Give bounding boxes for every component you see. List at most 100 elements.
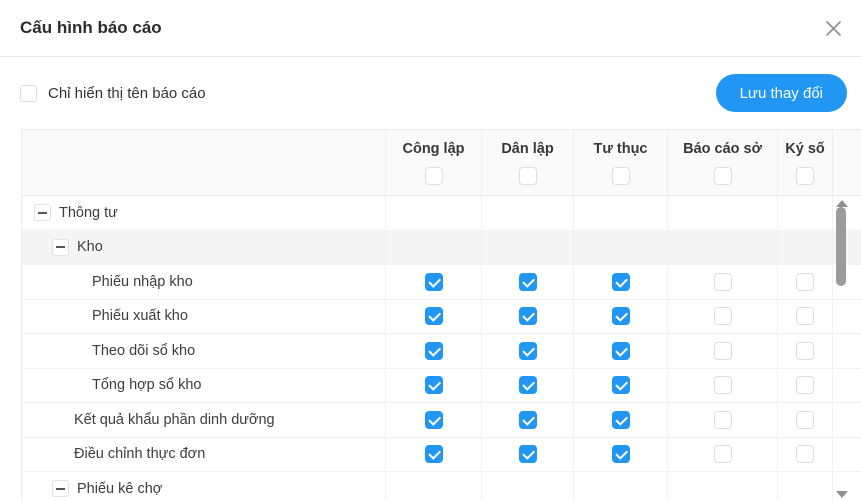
checkbox-cell — [778, 472, 833, 500]
row-checkbox[interactable] — [612, 376, 630, 394]
checkbox-cell — [386, 300, 482, 334]
row-checkbox[interactable] — [612, 273, 630, 291]
checkbox-cell — [574, 403, 668, 437]
row-checkbox[interactable] — [714, 445, 732, 463]
checkbox-cell — [574, 231, 668, 265]
row-checkbox[interactable] — [612, 445, 630, 463]
checkbox-cell — [778, 231, 833, 265]
row-checkbox[interactable] — [519, 445, 537, 463]
checkbox-cell — [482, 300, 574, 334]
row-checkbox[interactable] — [612, 307, 630, 325]
report-name-cell[interactable]: Phiếu xuất kho — [22, 300, 386, 334]
row-checkbox[interactable] — [714, 342, 732, 360]
report-name-label: Tổng hợp sổ kho — [92, 377, 201, 393]
row-checkbox[interactable] — [796, 411, 814, 429]
report-name-cell[interactable]: Theo dõi sổ kho — [22, 334, 386, 368]
report-name-cell[interactable]: Phiếu kê chợ — [22, 472, 386, 500]
row-checkbox[interactable] — [519, 273, 537, 291]
report-name-cell[interactable]: Kết quả khẩu phần dinh dưỡng — [22, 403, 386, 437]
row-checkbox[interactable] — [519, 376, 537, 394]
checkbox-cell — [778, 265, 833, 299]
close-icon[interactable] — [821, 16, 845, 40]
row-checkbox[interactable] — [425, 411, 443, 429]
table-row: Theo dõi sổ kho — [22, 334, 861, 369]
table-row: Tổng hợp sổ kho — [22, 369, 861, 404]
row-checkbox[interactable] — [796, 307, 814, 325]
report-name-cell[interactable]: Kho — [22, 231, 386, 265]
row-checkbox[interactable] — [425, 342, 443, 360]
row-checkbox[interactable] — [796, 273, 814, 291]
column-select-all-checkbox[interactable] — [796, 167, 814, 185]
column-header-report-name — [22, 130, 386, 195]
column-select-all-checkbox[interactable] — [519, 167, 537, 185]
table-row: Thông tư — [22, 196, 861, 231]
collapse-toggle-icon[interactable] — [52, 480, 69, 497]
row-checkbox[interactable] — [714, 307, 732, 325]
row-checkbox[interactable] — [425, 376, 443, 394]
checkbox-cell — [574, 196, 668, 230]
checkbox-cell — [668, 438, 778, 472]
report-name-cell[interactable]: Phiếu nhập kho — [22, 265, 386, 299]
report-name-label: Thông tư — [59, 205, 118, 221]
row-checkbox[interactable] — [519, 307, 537, 325]
checkbox-cell — [386, 438, 482, 472]
row-checkbox[interactable] — [796, 342, 814, 360]
save-changes-button[interactable]: Lưu thay đổi — [716, 74, 847, 112]
report-name-cell[interactable]: Tổng hợp sổ kho — [22, 369, 386, 403]
row-checkbox[interactable] — [714, 273, 732, 291]
row-checkbox[interactable] — [612, 411, 630, 429]
show-names-only-option[interactable]: Chỉ hiển thị tên báo cáo — [20, 85, 206, 102]
checkbox-cell — [386, 265, 482, 299]
checkbox-cell — [386, 231, 482, 265]
checkbox-cell — [482, 472, 574, 500]
checkbox-cell — [778, 369, 833, 403]
table-row: Kho — [22, 231, 861, 266]
show-names-only-checkbox[interactable] — [20, 85, 37, 102]
modal-header: Cấu hình báo cáo — [0, 0, 861, 57]
checkbox-cell — [574, 265, 668, 299]
row-checkbox[interactable] — [612, 342, 630, 360]
checkbox-cell — [574, 438, 668, 472]
column-select-all-checkbox[interactable] — [612, 167, 630, 185]
report-config-table: Công lập Dân lập Tư thục Báo cáo sở Ký s… — [21, 129, 861, 500]
checkbox-cell — [778, 300, 833, 334]
collapse-toggle-icon[interactable] — [34, 204, 51, 221]
checkbox-cell — [482, 265, 574, 299]
checkbox-cell — [482, 196, 574, 230]
checkbox-cell — [668, 403, 778, 437]
row-checkbox[interactable] — [425, 445, 443, 463]
row-checkbox[interactable] — [425, 307, 443, 325]
collapse-toggle-icon[interactable] — [52, 239, 69, 256]
table-row: Kết quả khẩu phần dinh dưỡng — [22, 403, 861, 438]
row-checkbox[interactable] — [796, 445, 814, 463]
report-name-label: Phiếu nhập kho — [92, 274, 193, 290]
checkbox-cell — [482, 438, 574, 472]
report-config-modal: Cấu hình báo cáo Chỉ hiển thị tên báo cá… — [0, 0, 861, 501]
show-names-only-label: Chỉ hiển thị tên báo cáo — [48, 85, 206, 102]
row-checkbox[interactable] — [425, 273, 443, 291]
checkbox-cell — [668, 300, 778, 334]
column-header-3: Tư thục — [574, 130, 668, 195]
column-header-1: Công lập — [386, 130, 482, 195]
scroll-down-icon[interactable] — [836, 491, 848, 498]
report-name-cell[interactable]: Thông tư — [22, 196, 386, 230]
row-checkbox[interactable] — [714, 376, 732, 394]
table-header-gutter — [833, 130, 861, 195]
row-checkbox[interactable] — [519, 411, 537, 429]
modal-title: Cấu hình báo cáo — [20, 18, 162, 38]
vertical-scrollbar[interactable] — [835, 196, 849, 500]
scroll-up-icon[interactable] — [836, 200, 848, 207]
table-row: Phiếu nhập kho — [22, 265, 861, 300]
scrollbar-thumb[interactable] — [836, 207, 846, 286]
column-header-5: Ký số — [778, 130, 833, 195]
report-name-label: Kho — [77, 239, 103, 255]
table-row: Điều chỉnh thực đơn — [22, 438, 861, 473]
checkbox-cell — [668, 265, 778, 299]
column-select-all-checkbox[interactable] — [425, 167, 443, 185]
row-checkbox[interactable] — [714, 411, 732, 429]
column-select-all-checkbox[interactable] — [714, 167, 732, 185]
row-checkbox[interactable] — [519, 342, 537, 360]
report-name-cell[interactable]: Điều chỉnh thực đơn — [22, 438, 386, 472]
checkbox-cell — [668, 231, 778, 265]
row-checkbox[interactable] — [796, 376, 814, 394]
